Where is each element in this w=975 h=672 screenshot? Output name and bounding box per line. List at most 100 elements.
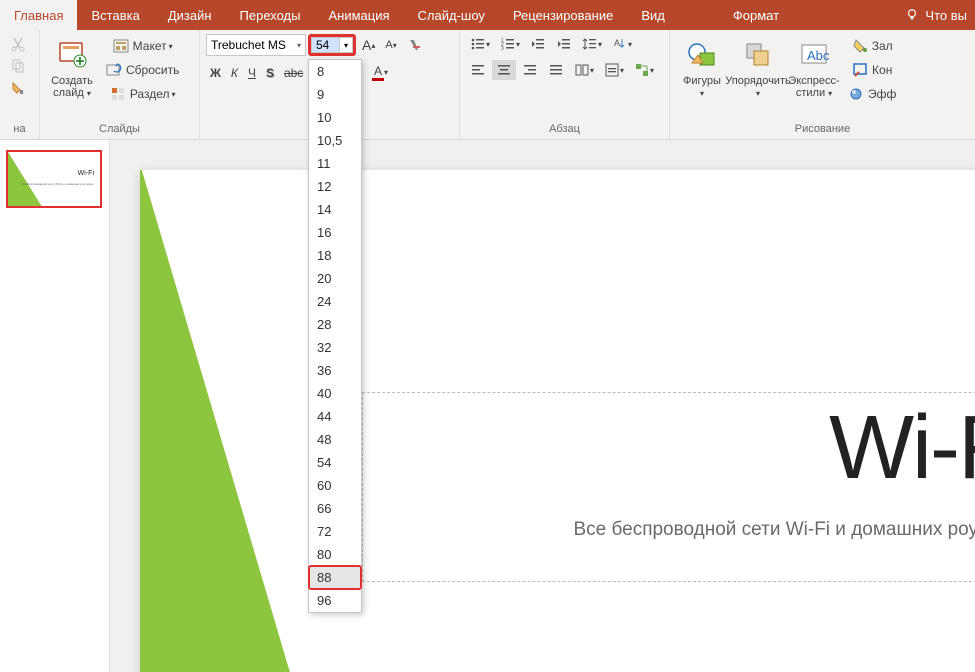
brush-icon: [10, 80, 26, 96]
font-size-combo[interactable]: 54 ▾ 891010,5111214161820242832364044485…: [308, 34, 356, 56]
font-size-option[interactable]: 11: [309, 152, 361, 175]
eraser-icon: [407, 37, 423, 53]
title-textbox[interactable]: Wi-Fi Все беспроводной сети Wi-Fi и дома…: [362, 392, 975, 582]
align-center-button[interactable]: [492, 60, 516, 80]
text-direction-button[interactable]: A▾: [608, 34, 636, 54]
font-size-option[interactable]: 44: [309, 405, 361, 428]
cut-button[interactable]: [6, 34, 30, 54]
font-name-value: Trebuchet MS: [211, 38, 286, 52]
align-left-button[interactable]: [466, 60, 490, 80]
font-size-option[interactable]: 66: [309, 497, 361, 520]
font-size-option[interactable]: 72: [309, 520, 361, 543]
increase-indent-button[interactable]: [552, 34, 576, 54]
strikethrough-button[interactable]: abc: [280, 64, 307, 82]
effects-icon: [848, 86, 864, 102]
clear-formatting-button[interactable]: [403, 35, 427, 55]
underline-button[interactable]: Ч: [244, 64, 260, 82]
font-size-dropdown-button[interactable]: ▾: [339, 37, 353, 53]
group-clipboard: на: [0, 30, 40, 139]
tab-design[interactable]: Дизайн: [154, 0, 226, 30]
new-slide-icon: [56, 39, 88, 71]
font-size-option[interactable]: 10,5: [309, 129, 361, 152]
italic-button[interactable]: К: [227, 64, 242, 82]
line-spacing-icon: [582, 36, 598, 52]
slide-subtitle[interactable]: Все беспроводной сети Wi-Fi и домашних р…: [381, 519, 975, 541]
font-size-value[interactable]: 54: [311, 37, 339, 53]
slide-thumbnail-1[interactable]: Wi-Fi Все беспроводной сети Wi-Fi и дома…: [6, 150, 102, 208]
font-size-option[interactable]: 14: [309, 198, 361, 221]
font-color-button[interactable]: A▾: [368, 62, 392, 83]
font-size-option[interactable]: 18: [309, 244, 361, 267]
bullets-button[interactable]: ▾: [466, 34, 494, 54]
tab-home[interactable]: Главная: [0, 0, 77, 30]
font-size-option[interactable]: 16: [309, 221, 361, 244]
font-size-option[interactable]: 12: [309, 175, 361, 198]
drawing-group-label: Рисование: [676, 121, 969, 137]
clipboard-group-label: на: [6, 121, 33, 137]
decrease-indent-button[interactable]: [526, 34, 550, 54]
tab-view[interactable]: Вид: [627, 0, 679, 30]
font-size-option[interactable]: 28: [309, 313, 361, 336]
font-size-option[interactable]: 80: [309, 543, 361, 566]
text-shadow-button[interactable]: S: [262, 64, 278, 82]
font-size-option[interactable]: 60: [309, 474, 361, 497]
slide-title[interactable]: Wi-Fi: [381, 403, 975, 493]
tab-slideshow[interactable]: Слайд-шоу: [404, 0, 499, 30]
align-right-icon: [522, 62, 538, 78]
group-paragraph: ▾ 123▾ ▾ A▾ ▾ ▾ ▾ Абзац: [460, 30, 670, 139]
align-left-icon: [470, 62, 486, 78]
align-right-button[interactable]: [518, 60, 542, 80]
shape-effects-button[interactable]: Эфф: [844, 84, 900, 104]
font-size-option[interactable]: 96: [309, 589, 361, 612]
justify-button[interactable]: [544, 60, 568, 80]
tab-format[interactable]: Формат: [719, 0, 793, 30]
grow-font-button[interactable]: A▴: [358, 35, 379, 55]
align-center-icon: [496, 62, 512, 78]
slide[interactable]: Wi-Fi Все беспроводной сети Wi-Fi и дома…: [140, 170, 975, 672]
arrange-icon: [742, 39, 774, 71]
smartart-button[interactable]: ▾: [630, 60, 658, 80]
tell-me[interactable]: Что вы: [897, 0, 975, 30]
tab-transitions[interactable]: Переходы: [226, 0, 315, 30]
arrange-button[interactable]: Упорядочить▾: [732, 34, 784, 104]
slide-thumbnail-panel[interactable]: Wi-Fi Все беспроводной сети Wi-Fi и дома…: [0, 140, 110, 672]
font-size-option[interactable]: 88: [309, 566, 361, 589]
font-size-option[interactable]: 10: [309, 106, 361, 129]
tab-insert[interactable]: Вставка: [77, 0, 153, 30]
group-font: Trebuchet MS ▾ 54 ▾ 891010,5111214161820…: [200, 30, 460, 139]
align-text-button[interactable]: ▾: [600, 60, 628, 80]
chevron-down-icon: ▾: [297, 41, 301, 50]
font-size-dropdown-list[interactable]: 891010,511121416182024283236404448546066…: [308, 59, 362, 613]
new-slide-button[interactable]: Создатьслайд ▾: [46, 34, 98, 104]
numbering-button[interactable]: 123▾: [496, 34, 524, 54]
shrink-font-button[interactable]: A▾: [381, 37, 400, 53]
shape-fill-button[interactable]: Зал: [844, 36, 900, 56]
font-size-option[interactable]: 24: [309, 290, 361, 313]
font-size-option[interactable]: 8: [309, 60, 361, 83]
font-size-option[interactable]: 20: [309, 267, 361, 290]
layout-button[interactable]: Макет ▾: [102, 36, 183, 56]
bold-button[interactable]: Ж: [206, 64, 225, 82]
font-size-option[interactable]: 54: [309, 451, 361, 474]
columns-button[interactable]: ▾: [570, 60, 598, 80]
font-size-option[interactable]: 40: [309, 382, 361, 405]
tab-animation[interactable]: Анимация: [315, 0, 404, 30]
font-name-combo[interactable]: Trebuchet MS ▾: [206, 34, 306, 56]
shapes-button[interactable]: Фигуры▾: [676, 34, 728, 104]
font-size-option[interactable]: 32: [309, 336, 361, 359]
svg-text:A: A: [614, 38, 620, 48]
line-spacing-button[interactable]: ▾: [578, 34, 606, 54]
justify-icon: [548, 62, 564, 78]
section-button[interactable]: Раздел ▾: [102, 84, 183, 104]
slide-canvas[interactable]: Wi-Fi Все беспроводной сети Wi-Fi и дома…: [110, 140, 975, 672]
ribbon-tabs: Главная Вставка Дизайн Переходы Анимация…: [0, 0, 975, 30]
format-painter-button[interactable]: [6, 78, 30, 98]
font-size-option[interactable]: 9: [309, 83, 361, 106]
quick-styles-button[interactable]: Abc Экспресс-стили ▾: [788, 34, 840, 104]
copy-button[interactable]: [6, 56, 30, 76]
font-size-option[interactable]: 36: [309, 359, 361, 382]
tab-review[interactable]: Рецензирование: [499, 0, 627, 30]
font-size-option[interactable]: 48: [309, 428, 361, 451]
reset-button[interactable]: Сбросить: [102, 60, 183, 80]
shape-outline-button[interactable]: Кон: [844, 60, 900, 80]
